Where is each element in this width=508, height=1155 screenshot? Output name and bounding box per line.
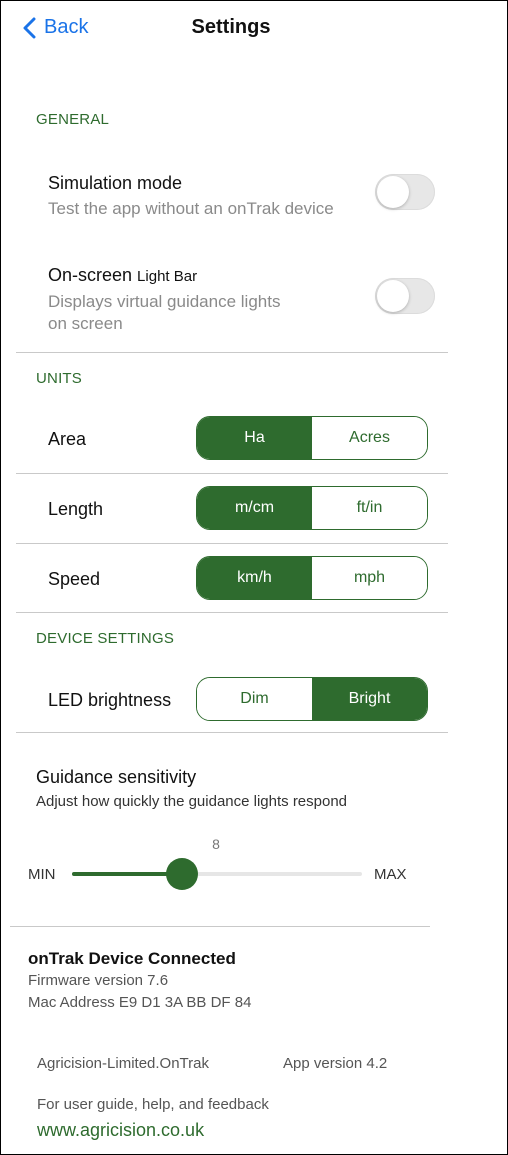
toggle-knob (377, 176, 409, 208)
slider-value: 8 (212, 836, 220, 852)
page-title: Settings (191, 16, 271, 38)
divider (16, 352, 448, 353)
area-segmented-control[interactable]: Ha Acres (196, 416, 428, 460)
divider (16, 732, 448, 733)
length-label: Length (48, 499, 104, 519)
simulation-mode-subtitle: Test the app without an onTrak device (48, 199, 334, 218)
section-units-label: UNITS (36, 370, 82, 387)
lightbar-title-part-a: On-screen (48, 265, 138, 285)
section-general-label: GENERAL (36, 111, 110, 128)
speed-segmented-control[interactable]: km/h mph (196, 556, 428, 600)
website-link[interactable]: www.agricision.co.uk (37, 1120, 204, 1141)
mac-address: Mac Address E9 D1 3A BB DF 84 (28, 994, 252, 1011)
slider-thumb[interactable] (166, 858, 199, 890)
speed-option-kmh[interactable]: km/h (197, 557, 312, 599)
guidance-sensitivity-slider[interactable] (72, 858, 362, 890)
lightbar-subtitle-2: on screen (48, 314, 123, 333)
divider (10, 926, 430, 927)
led-option-bright[interactable]: Bright (312, 678, 427, 720)
simulation-mode-toggle[interactable] (375, 174, 435, 210)
led-brightness-label: LED brightness (48, 690, 172, 710)
slider-min-label: MIN (28, 866, 56, 883)
divider (16, 543, 448, 544)
section-device-label: DEVICE SETTINGS (36, 630, 175, 647)
led-option-dim[interactable]: Dim (197, 678, 312, 720)
simulation-mode-title: Simulation mode (48, 173, 183, 193)
firmware-version: Firmware version 7.6 (28, 972, 169, 989)
length-option-imperial[interactable]: ft/in (312, 487, 427, 529)
help-text: For user guide, help, and feedback (37, 1096, 269, 1113)
area-option-acres[interactable]: Acres (312, 417, 427, 459)
length-option-metric[interactable]: m/cm (197, 487, 312, 529)
slider-max-label: MAX (374, 866, 407, 883)
divider (16, 612, 448, 613)
divider (16, 473, 448, 474)
device-connected-status: onTrak Device Connected (28, 949, 236, 968)
speed-label: Speed (48, 569, 101, 589)
app-version: App version 4.2 (283, 1055, 388, 1072)
lightbar-subtitle-1: Displays virtual guidance lights (48, 292, 281, 311)
guidance-subtitle: Adjust how quickly the guidance lights r… (36, 793, 348, 810)
toggle-knob (377, 280, 409, 312)
length-segmented-control[interactable]: m/cm ft/in (196, 486, 428, 530)
led-brightness-segmented-control[interactable]: Dim Bright (196, 677, 428, 721)
app-bundle-id: Agricision-Limited.OnTrak (37, 1055, 209, 1072)
lightbar-title-part-b: Light Bar (137, 268, 198, 285)
area-label: Area (48, 429, 87, 449)
lightbar-title: On-screen Light Bar (48, 265, 197, 286)
area-option-ha[interactable]: Ha (197, 417, 312, 459)
speed-option-mph[interactable]: mph (312, 557, 427, 599)
guidance-title: Guidance sensitivity (36, 767, 197, 787)
lightbar-toggle[interactable] (375, 278, 435, 314)
